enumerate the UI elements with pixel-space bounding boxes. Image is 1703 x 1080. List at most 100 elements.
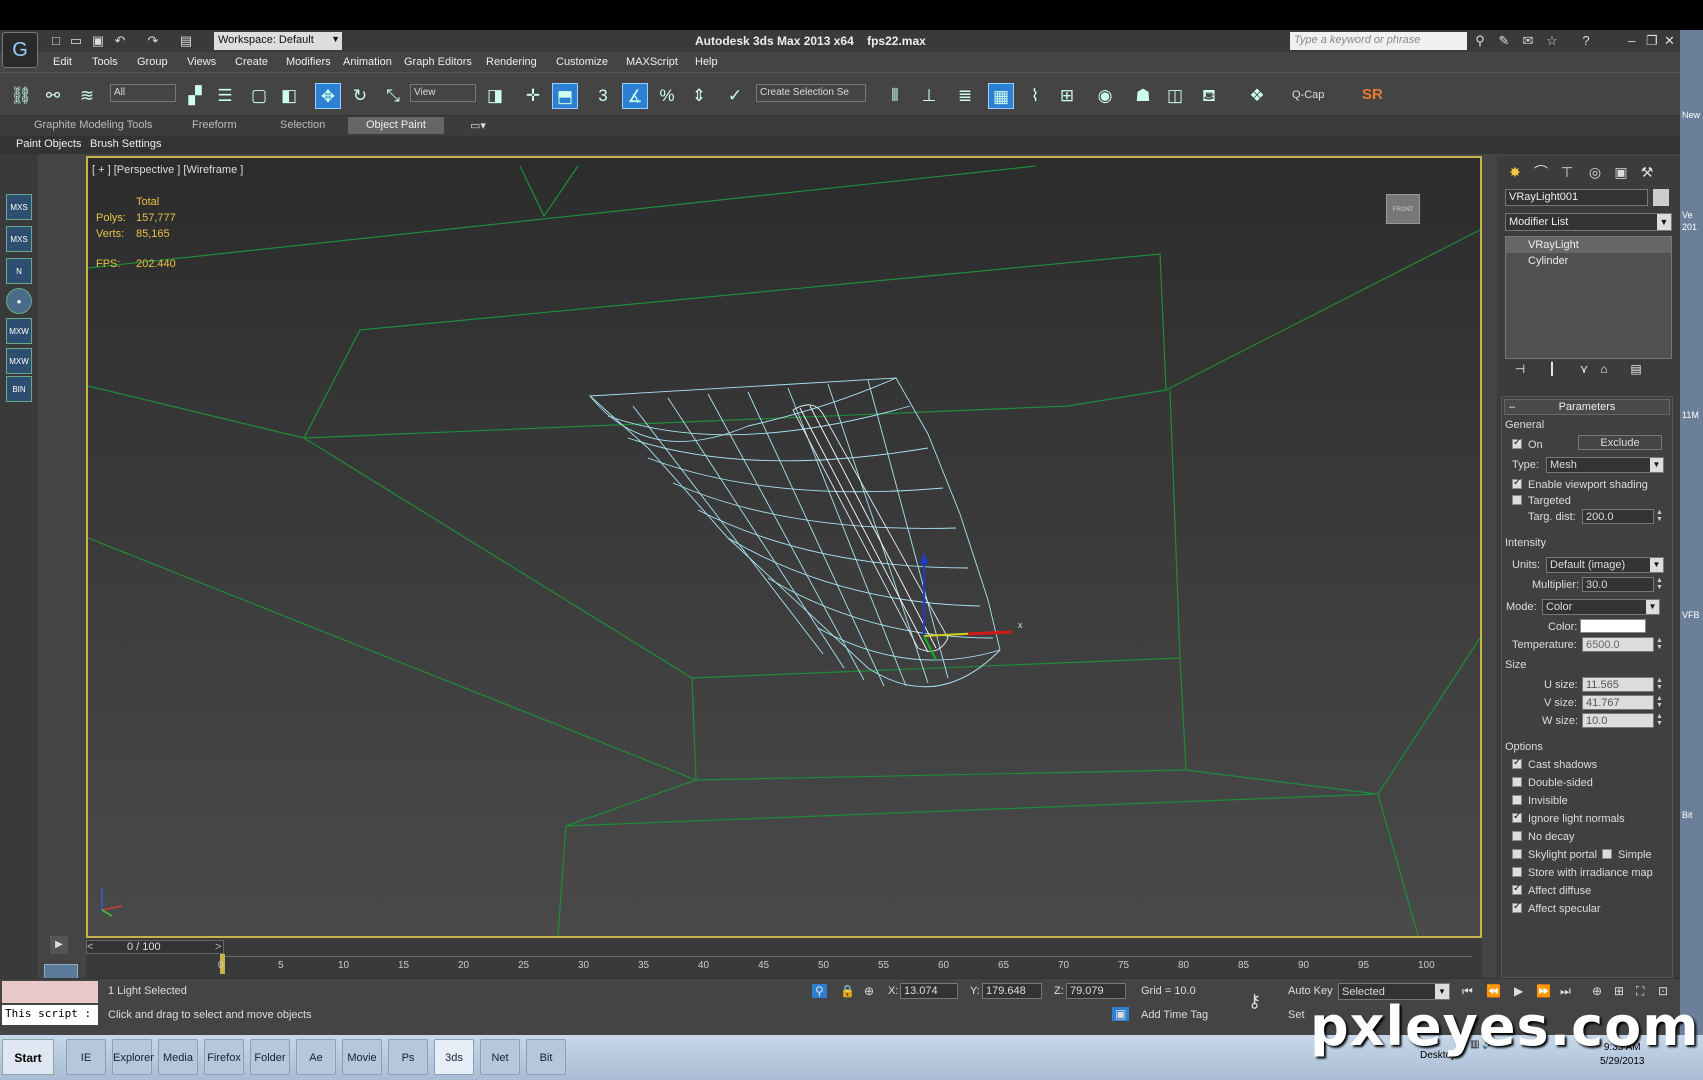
project-folder-icon[interactable]: ▤ <box>178 33 194 49</box>
option-checkbox[interactable] <box>1512 849 1522 859</box>
viewport-label[interactable]: [ + ] [Perspective ] [Wireframe ] <box>92 164 243 176</box>
select-and-move-icon[interactable]: ✥ <box>315 83 341 109</box>
keyboard-shortcut-override-icon[interactable]: ⬒ <box>552 83 578 109</box>
communication-icon[interactable]: ✉ <box>1520 33 1536 49</box>
vray-toolbar-icon[interactable]: ❖ <box>1244 83 1270 109</box>
taskbar-app-movie[interactable]: Movie <box>342 1039 382 1075</box>
stack-item-cylinder[interactable]: Cylinder <box>1506 253 1671 269</box>
taskbar-app-ae[interactable]: Ae <box>296 1039 336 1075</box>
tab-freeform[interactable]: Freeform <box>192 119 237 131</box>
link-icon[interactable]: ⛓ <box>8 83 34 109</box>
mxs-tool-1-icon[interactable]: MXS <box>6 194 32 220</box>
time-tag-icon[interactable]: ▣ <box>1112 1007 1130 1021</box>
w-size-field[interactable]: 10.0 <box>1582 713 1654 728</box>
time-forward-icon[interactable]: > <box>215 941 221 953</box>
window-crossing-icon[interactable]: ◧ <box>276 83 302 109</box>
select-manipulate-icon[interactable]: ✛ <box>520 83 546 109</box>
exclude-button[interactable]: Exclude <box>1578 435 1662 450</box>
multiplier-field[interactable]: 30.0 <box>1582 577 1654 592</box>
option-checkbox[interactable] <box>1512 757 1522 769</box>
mode-dropdown[interactable]: Color ▼ <box>1542 599 1660 615</box>
temperature-spinner-icon[interactable]: ▲ ▼ <box>1656 637 1664 652</box>
absolute-mode-icon[interactable]: ⊕ <box>864 984 874 998</box>
workspace-dropdown[interactable]: Workspace: Default ▼ <box>214 32 342 50</box>
binoculars-icon[interactable]: ⚲ <box>1472 33 1488 49</box>
multiplier-spinner-icon[interactable]: ▲ ▼ <box>1656 577 1664 592</box>
taskbar-app-media[interactable]: Media <box>158 1039 198 1075</box>
on-checkbox[interactable] <box>1512 437 1522 449</box>
hierarchy-tab-icon[interactable]: ⊤ <box>1557 162 1577 182</box>
stack-item-vraylight[interactable]: VRayLight <box>1506 237 1671 253</box>
taskbar-app-net[interactable]: Net <box>480 1039 520 1075</box>
taskbar-app-ie[interactable]: IE <box>66 1039 106 1075</box>
z-coordinate-field[interactable]: 79.079 <box>1066 983 1126 999</box>
qcap-button[interactable]: Q-Cap <box>1292 89 1324 101</box>
select-and-scale-icon[interactable]: ⤡ <box>380 83 406 109</box>
perspective-viewport[interactable]: x [ + ] [Perspective ] [Wireframe ] Tota… <box>86 156 1482 938</box>
curve-editor-icon[interactable]: ⌇ <box>1022 83 1048 109</box>
start-button[interactable]: Start <box>2 1039 54 1075</box>
type-dropdown[interactable]: Mesh ▼ <box>1546 457 1664 473</box>
taskbar-app-3ds[interactable]: 3ds <box>434 1039 474 1075</box>
utilities-tab-icon[interactable]: ⚒ <box>1637 162 1657 182</box>
subscription-icon[interactable]: ✎ <box>1496 33 1512 49</box>
option-checkbox[interactable] <box>1512 901 1522 913</box>
taskbar-app-folder[interactable]: Folder <box>250 1039 290 1075</box>
sphere-tool-icon[interactable]: ● <box>6 288 32 314</box>
time-back-icon[interactable]: < <box>87 941 93 953</box>
favorites-star-icon[interactable]: ☆ <box>1544 33 1560 49</box>
snaps-toggle-icon[interactable]: 3 <box>590 83 616 109</box>
set-key-button[interactable]: Set <box>1288 1009 1305 1021</box>
menu-views[interactable]: Views <box>187 56 216 68</box>
modify-tab-icon[interactable]: ⌒ <box>1531 162 1551 182</box>
object-color-swatch[interactable] <box>1653 189 1669 206</box>
display-tab-icon[interactable]: ▣ <box>1611 162 1631 182</box>
unlink-icon[interactable]: ⚯ <box>40 83 66 109</box>
show-end-result-icon[interactable]: ┃ <box>1543 362 1561 380</box>
mxw-tool-2-icon[interactable]: MXW <box>6 348 32 374</box>
maxscript-listener-input[interactable] <box>2 981 98 1003</box>
use-pivot-icon[interactable]: ◨ <box>482 83 508 109</box>
time-slider[interactable]: 0 / 100 < > <box>86 940 224 954</box>
menu-tools[interactable]: Tools <box>92 56 118 68</box>
schematic-view-icon[interactable]: ⊞ <box>1054 83 1080 109</box>
render-production-icon[interactable]: ⛾ <box>1196 83 1222 109</box>
menu-create[interactable]: Create <box>235 56 268 68</box>
targeted-checkbox[interactable] <box>1512 495 1522 505</box>
parameters-header[interactable]: – Parameters <box>1504 399 1670 415</box>
motion-tab-icon[interactable]: ◎ <box>1585 162 1605 182</box>
redo-icon[interactable]: ↷ <box>145 33 161 49</box>
viewcube[interactable]: FRONT <box>1386 194 1420 224</box>
graphite-ribbon-icon[interactable]: ▦ <box>988 83 1014 109</box>
mirror-icon[interactable]: ⫴ <box>882 83 908 109</box>
units-dropdown[interactable]: Default (image) ▼ <box>1546 557 1664 573</box>
u-size-field[interactable]: 11.565 <box>1582 677 1654 692</box>
menu-animation[interactable]: Animation <box>343 56 392 68</box>
add-time-tag-button[interactable]: Add Time Tag <box>1141 1009 1208 1021</box>
enable-viewport-shading-checkbox[interactable] <box>1512 477 1522 489</box>
option-checkbox[interactable] <box>1512 867 1522 877</box>
n-tool-icon[interactable]: N <box>6 258 32 284</box>
configure-modifier-sets-icon[interactable]: ▤ <box>1627 362 1645 380</box>
menu-modifiers[interactable]: Modifiers <box>286 56 331 68</box>
percent-snap-icon[interactable]: % <box>654 83 680 109</box>
select-and-rotate-icon[interactable]: ↻ <box>347 83 373 109</box>
select-object-icon[interactable]: ▞ <box>182 83 208 109</box>
option-checkbox[interactable] <box>1512 795 1522 805</box>
menu-maxscript[interactable]: MAXScript <box>626 56 678 68</box>
temperature-field[interactable]: 6500.0 <box>1582 637 1654 652</box>
mxw-tool-1-icon[interactable]: MXW <box>6 318 32 344</box>
close-icon[interactable]: ✕ <box>1664 33 1675 49</box>
remove-modifier-icon[interactable]: ⌂ <box>1595 362 1613 380</box>
paint-objects-panel[interactable]: Paint Objects <box>16 138 81 150</box>
sr-button[interactable]: SR <box>1362 86 1383 103</box>
help-icon[interactable]: ? <box>1578 33 1594 49</box>
align-icon[interactable]: ⊥ <box>916 83 942 109</box>
taskbar-app-explorer[interactable]: Explorer <box>112 1039 154 1075</box>
ribbon-options-icon[interactable]: ▭▾ <box>470 119 486 132</box>
make-unique-icon[interactable]: ⋎ <box>1575 362 1593 380</box>
menu-edit[interactable]: Edit <box>53 56 72 68</box>
option-checkbox[interactable] <box>1512 811 1522 823</box>
maxscript-output[interactable]: This script : <box>2 1005 98 1025</box>
new-file-icon[interactable]: □ <box>48 33 64 49</box>
